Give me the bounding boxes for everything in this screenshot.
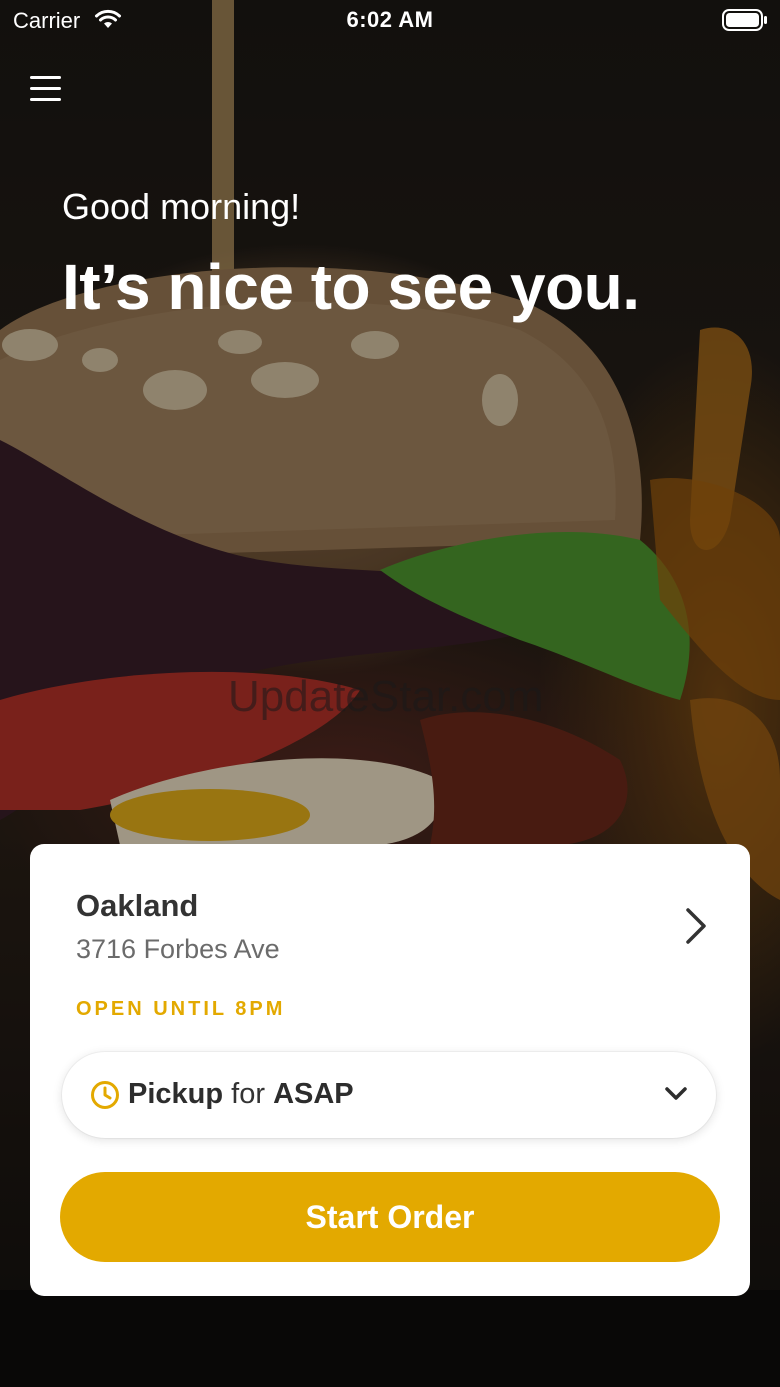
welcome-headline: It’s nice to see you. — [62, 251, 640, 323]
status-bar: Carrier 6:02 AM — [0, 0, 780, 40]
battery-icon — [722, 9, 768, 37]
pickup-time-select[interactable]: Pickup for ASAP — [62, 1052, 716, 1138]
pickup-connector: for — [231, 1078, 265, 1110]
greeting-text: Good morning! — [62, 186, 301, 227]
chevron-right-icon[interactable] — [680, 906, 710, 946]
chevron-down-icon — [664, 1086, 688, 1102]
pickup-time: ASAP — [273, 1078, 354, 1110]
start-order-button[interactable]: Start Order — [60, 1172, 720, 1262]
pickup-mode: Pickup — [128, 1078, 224, 1110]
watermark-text: UpdateStar.com — [228, 672, 544, 721]
pickup-summary: Pickup for ASAP — [128, 1078, 354, 1111]
store-card: Oakland 3716 Forbes Ave OPEN UNTIL 8PM P… — [30, 844, 750, 1296]
status-time: 6:02 AM — [346, 7, 434, 32]
store-address[interactable]: 3716 Forbes Ave — [76, 934, 280, 965]
app-screen: Carrier 6:02 AM Good morning! It’s nice … — [0, 0, 780, 1387]
clock-icon — [90, 1080, 120, 1110]
open-status-label: OPEN UNTIL 8PM — [76, 998, 286, 1020]
hamburger-menu-icon[interactable] — [30, 74, 62, 104]
store-name[interactable]: Oakland — [76, 888, 198, 924]
